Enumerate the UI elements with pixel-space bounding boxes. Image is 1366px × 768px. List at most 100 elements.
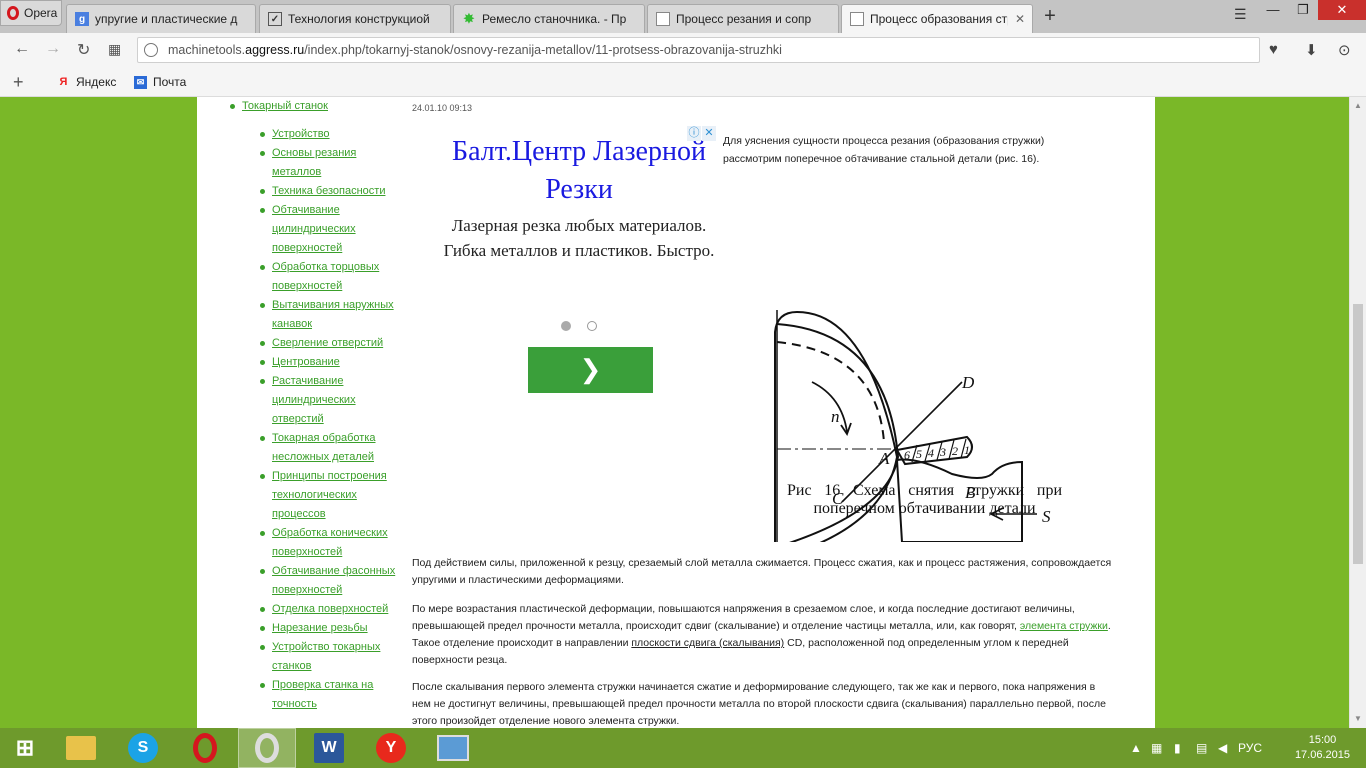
forward-icon[interactable]: →	[45, 40, 61, 58]
back-icon[interactable]: ←	[14, 40, 30, 58]
language-indicator[interactable]: РУС	[1238, 741, 1262, 755]
sidebar-item: Отделка поверхностей	[260, 600, 397, 619]
windows-taskbar: ⊞ S W Y ▲ ▦ ▮ ▤ ◀ РУС 15:00 17.06.2015	[0, 728, 1366, 768]
tab-3-title: Ремесло станочника. - Пр	[482, 12, 627, 26]
google-icon: g	[75, 12, 89, 26]
sidebar-item: Основы резания металлов	[260, 144, 397, 182]
new-tab-button[interactable]: +	[1040, 5, 1060, 28]
tab-4-title: Процесс резания и сопр	[676, 12, 812, 26]
taskbar-opera-next[interactable]	[238, 728, 296, 768]
tab-1-title: упругие и пластические д	[95, 12, 238, 26]
scroll-thumb[interactable]	[1353, 304, 1363, 564]
file-explorer-icon	[66, 736, 96, 760]
sidebar-link[interactable]: Сверление отверстий	[272, 337, 383, 349]
taskbar-file-explorer[interactable]	[52, 728, 110, 768]
yandex-icon: Я	[59, 76, 68, 88]
clock[interactable]: 15:00 17.06.2015	[1295, 733, 1350, 763]
sidebar-link[interactable]: Вытачивания наружных канавок	[272, 299, 394, 330]
paragraph-3: После скалывания первого элемента стружк…	[412, 681, 1106, 727]
sidebar-link[interactable]: Обработка торцовых поверхностей	[272, 261, 379, 292]
globe-icon	[144, 43, 158, 57]
sidebar-link-lathe[interactable]: Токарный станок	[242, 100, 328, 112]
dashed-arc	[776, 341, 885, 443]
battery-icon[interactable]: ▮	[1174, 741, 1181, 755]
heart-icon[interactable]: ♥	[1269, 41, 1278, 58]
close-window-button[interactable]: ✕	[1318, 0, 1366, 20]
advertisement[interactable]: Балт.Центр Лазерной Резки Лазерная резка…	[434, 125, 724, 393]
sidebar-link[interactable]: Устройство токарных станков	[272, 641, 380, 672]
tab-2[interactable]: ✓ Технология конструкциой	[259, 4, 451, 33]
sidebar-item: Обработка конических поверхностей	[260, 524, 397, 562]
sidebar-link[interactable]: Устройство	[272, 128, 330, 140]
sidebar-link[interactable]: Обтачивание цилиндрических поверхностей	[272, 204, 356, 254]
taskbar-word[interactable]: W	[300, 728, 358, 768]
sidebar-link[interactable]: Принципы построения технологических проц…	[272, 470, 387, 520]
rotation-arrow	[811, 381, 848, 433]
reload-icon[interactable]: ↻	[77, 40, 90, 60]
ad-close-icon[interactable]: ✕	[702, 126, 716, 141]
chip-label-2: 2	[952, 444, 958, 458]
network-icon[interactable]: ▤	[1196, 741, 1207, 755]
download-icon[interactable]: ⬇	[1305, 41, 1318, 59]
tab-menu-icon[interactable]: ☰	[1234, 6, 1247, 23]
sidebar-item: Техника безопасности	[260, 182, 397, 201]
address-field[interactable]: machinetools. aggress.ru/index.php/tokarn…	[137, 37, 1260, 63]
skype-icon: S	[128, 733, 158, 763]
tab-3[interactable]: ✸ Ремесло станочника. - Пр	[453, 4, 645, 33]
minimize-button[interactable]: —	[1258, 0, 1288, 20]
close-tab-icon[interactable]: ✕	[1015, 12, 1025, 26]
ad-choices[interactable]: ⓘ ✕	[687, 126, 717, 141]
show-hidden-icons-icon[interactable]: ▲	[1130, 741, 1142, 755]
tab-4[interactable]: Процесс резания и сопр	[647, 4, 839, 33]
ad-title[interactable]: Балт.Центр Лазерной Резки	[434, 133, 724, 209]
sidebar-item: Сверление отверстий	[260, 334, 397, 353]
taskbar-opera[interactable]	[176, 728, 234, 768]
sidebar-link[interactable]: Отделка поверхностей	[272, 603, 388, 615]
ad-next-button[interactable]: ❯	[528, 347, 653, 393]
sidebar-link[interactable]: Нарезание резьбы	[272, 622, 368, 634]
start-button[interactable]: ⊞	[0, 728, 50, 768]
add-bookmark-icon[interactable]: +	[13, 72, 24, 93]
sidebar-top-item: Токарный станок	[230, 97, 328, 116]
mail-icon: ✉	[134, 75, 147, 89]
page-scrollbar[interactable]: ▲ ▼	[1349, 97, 1366, 728]
sidebar-link[interactable]: Обтачивание фасонных поверхностей	[272, 565, 395, 596]
sidebar-item: Центрование	[260, 353, 397, 372]
sidebar-link[interactable]: Проверка станка на точность	[272, 679, 373, 710]
volume-icon[interactable]: ◀	[1218, 741, 1227, 755]
label-a: A	[878, 449, 890, 468]
link-chip-element[interactable]: элемента стружки	[1020, 620, 1108, 632]
scroll-up-icon[interactable]: ▲	[1354, 101, 1362, 110]
carousel-dot[interactable]	[587, 321, 597, 331]
opera-logo-icon	[7, 6, 19, 20]
chip-label-3: 3	[939, 445, 946, 459]
tab-5-active[interactable]: Процесс образования стру ✕	[841, 4, 1033, 33]
bookmark-mail[interactable]: ✉ Почта	[134, 75, 186, 89]
sidebar-item: Устройство токарных станков	[260, 638, 397, 676]
bookmark-icon: ✓	[268, 12, 282, 26]
sidebar-link[interactable]: Токарная обработка несложных деталей	[272, 432, 376, 463]
ad-info-icon[interactable]: ⓘ	[687, 126, 701, 141]
chip-label-4: 4	[928, 446, 934, 460]
sidebar-item: Обтачивание цилиндрических поверхностей	[260, 201, 397, 258]
taskbar-photo-viewer[interactable]	[424, 728, 482, 768]
sidebar-link[interactable]: Растачивание цилиндрических отверстий	[272, 375, 356, 425]
taskbar-yandex-browser[interactable]: Y	[362, 728, 420, 768]
carousel-dot-active[interactable]	[561, 321, 571, 331]
sidebar-link[interactable]: Центрование	[272, 356, 340, 368]
sidebar-link[interactable]: Техника безопасности	[272, 185, 385, 197]
speed-dial-icon[interactable]: ▦	[108, 41, 121, 58]
sidebar-link[interactable]: Обработка конических поверхностей	[272, 527, 388, 558]
link-shear-plane[interactable]: плоскости сдвига (скалывания)	[631, 637, 784, 649]
sidebar-link[interactable]: Основы резания металлов	[272, 147, 356, 178]
maximize-button[interactable]: ❐	[1288, 0, 1318, 20]
chip-label-5: 5	[916, 447, 922, 461]
sync-icon[interactable]: ⊙	[1338, 41, 1351, 59]
opera-icon	[193, 733, 217, 763]
bookmark-yandex[interactable]: Я Яндекс	[57, 75, 117, 89]
action-center-icon[interactable]: ▦	[1151, 741, 1162, 755]
tab-1[interactable]: g упругие и пластические д	[66, 4, 256, 33]
opera-menu-button[interactable]: Opera	[0, 0, 62, 26]
scroll-down-icon[interactable]: ▼	[1354, 714, 1362, 723]
taskbar-skype[interactable]: S	[114, 728, 172, 768]
